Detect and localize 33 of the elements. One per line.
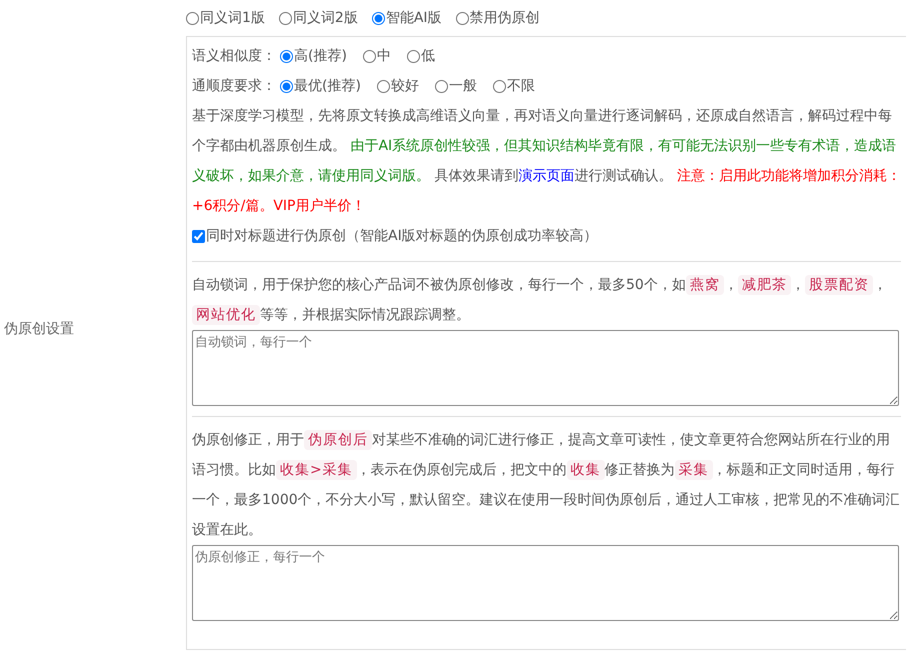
- checkbox[interactable]: [192, 230, 205, 242]
- option-text: 最优(推荐): [294, 77, 361, 95]
- option-label: 语义相似度：: [192, 47, 276, 65]
- radio-button[interactable]: [362, 50, 376, 62]
- input-field[interactable]: 自动锁词，每行一个: [192, 330, 899, 406]
- section-label: 伪原创设置: [3, 320, 74, 338]
- option-text: 较好: [390, 77, 419, 95]
- option-text: 智能AI版: [386, 9, 442, 27]
- demo-link[interactable]: 演示页面: [518, 168, 574, 184]
- radio-button[interactable]: [406, 50, 420, 62]
- option-text: 禁用伪原创: [470, 9, 540, 27]
- radio-button[interactable]: [434, 80, 448, 92]
- option-text: 不限: [506, 77, 535, 95]
- radio-button[interactable]: [186, 12, 199, 24]
- input-field[interactable]: 伪原创修正，每行一个: [192, 545, 899, 621]
- radio-button[interactable]: [456, 12, 469, 24]
- radio-button[interactable]: [280, 50, 293, 62]
- option-text: 高(推荐): [294, 47, 347, 65]
- radio-button[interactable]: [278, 12, 292, 24]
- option-text: 中: [376, 47, 391, 65]
- option-text: 同时对标题进行伪原创（智能AI版对标题的伪原创成功率较高）: [206, 227, 598, 245]
- option-text: 低: [420, 47, 435, 65]
- radio-button[interactable]: [372, 12, 385, 24]
- description-text: 基于深度学习模型，先将原文转换成高维语义向量，再对语义向量进行逐词解码，还原成自然语言，解码过程中每个字都由机器原创生成。 由于AI系统原创性较强，但其知识结构毕竟有限，有可能无法识别一些专有术语，造成语义破坏，如果介意，请使用同义词版。 具体效果请到演示页面进行测试确认。 注意：启用此功能将增加积分消耗：+6积分/篇。VIP用户半价！: [192, 107, 901, 216]
- option-text: 同义词1版: [200, 9, 265, 27]
- radio-button[interactable]: [492, 80, 506, 92]
- description-text: 自动锁词，用于保护您的核心产品词不被伪原创修改，每行一个，最多50个，如 燕窝 ， 减肥茶 ， 股票配资 ， 网站优化 等等，并根据实际情况跟踪调整。: [192, 274, 888, 327]
- option-label: 通顺度要求：: [192, 77, 276, 95]
- option-text: 同义词2版: [292, 9, 358, 27]
- option-text: 一般: [448, 77, 477, 95]
- radio-button[interactable]: [376, 80, 390, 92]
- description-text: 伪原创修正，用于 伪原创后 对某些不准确的词汇进行修正，提高文章可读性，使文章更符合您网站所在行业的用语习惯。比如 收集>采集 ，表示在伪原创完成后，把文中的 收集 修正替换为 采集 ，标题和正文同时适用，每行一个，最多1000个，不分大小写，默认留空。建议在使用一段时间伪原创后，通过人工审核，把常见的不准确词汇设置在此。: [192, 429, 901, 540]
- radio-button[interactable]: [280, 80, 293, 92]
